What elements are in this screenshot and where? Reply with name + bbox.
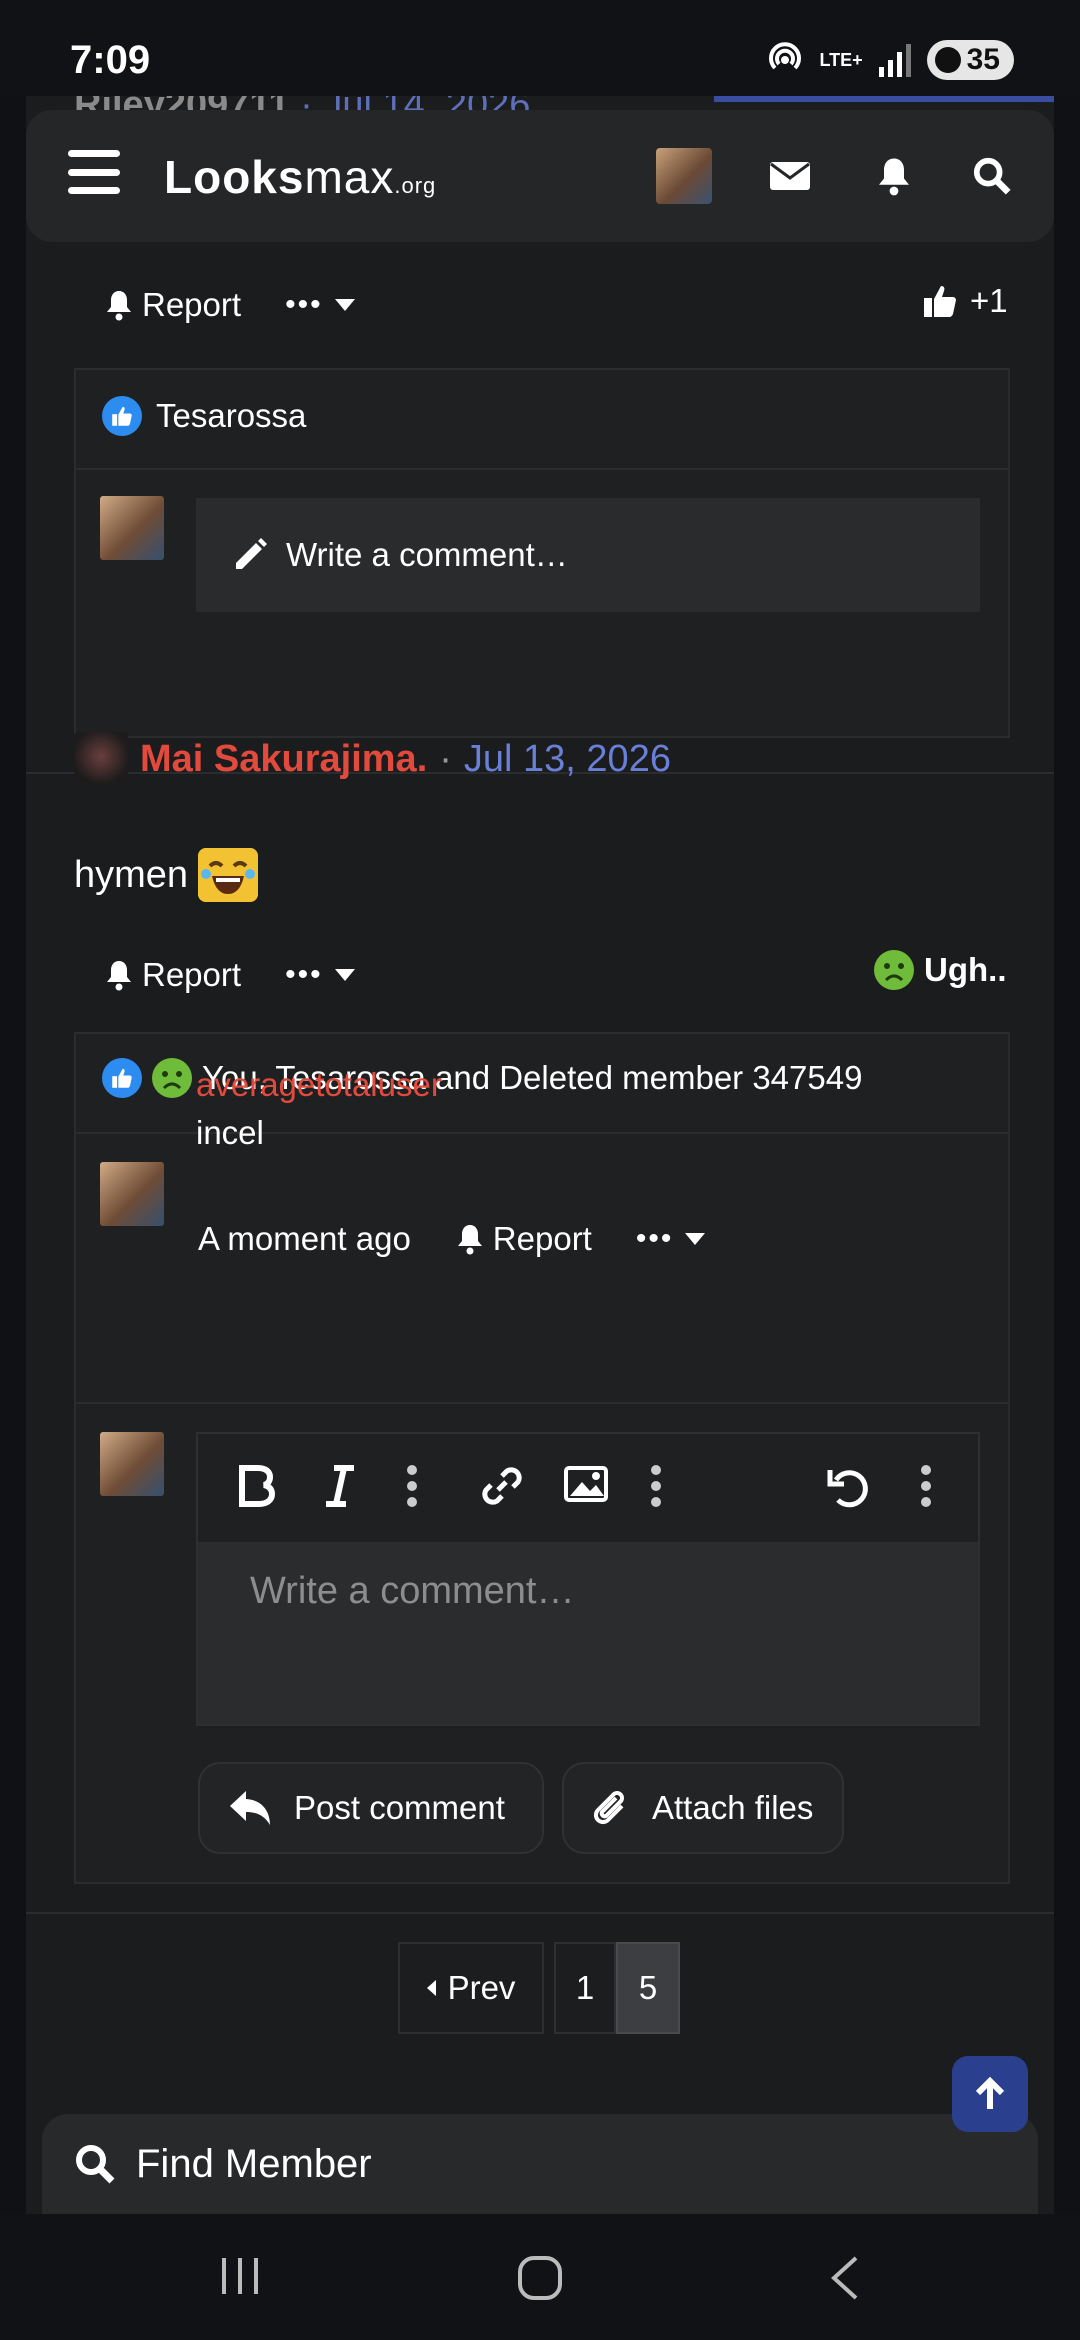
divider [74, 468, 1010, 470]
crying-laugh-emoji-icon [198, 848, 259, 902]
system-nav-bar [0, 2214, 1080, 2340]
pagination-prev[interactable]: Prev [398, 1942, 544, 2034]
user-avatar[interactable] [656, 148, 712, 204]
avatar [100, 496, 164, 560]
more-dots-icon: ••• [635, 1222, 674, 1255]
post-comment-button[interactable]: Post comment [198, 1762, 544, 1854]
post2-reaction-button[interactable]: Ugh.. [874, 950, 1006, 990]
back-icon[interactable] [826, 2254, 862, 2302]
italic-icon[interactable] [322, 1464, 358, 1508]
more-options-icon[interactable] [406, 1464, 418, 1508]
home-icon[interactable] [516, 2254, 564, 2302]
comment-editor: Write a comment… [196, 1432, 980, 1726]
chevron-down-icon [685, 1233, 706, 1245]
more-options-icon[interactable] [920, 1464, 932, 1508]
like-reaction-icon [102, 1058, 142, 1098]
arrow-up-icon [975, 2077, 1005, 2109]
separator: · [439, 737, 452, 780]
status-icons: LTE+ 35 [765, 40, 1014, 80]
post2-author-name[interactable]: Mai Sakurajima. [140, 738, 427, 781]
sick-reaction-icon [874, 950, 914, 990]
bell-icon [107, 291, 131, 321]
link-icon[interactable] [480, 1464, 524, 1508]
bell-icon [107, 961, 131, 991]
menu-icon[interactable] [68, 150, 120, 194]
chevron-down-icon [334, 969, 355, 981]
image-icon[interactable] [564, 1464, 608, 1504]
post1-actions: Report ••• [104, 281, 355, 329]
thread-page: Riley209711 · Jul 14, 2026 Report ••• +1… [26, 96, 1054, 2216]
comment-more-menu[interactable]: ••• [636, 1222, 706, 1256]
more-dots-icon: ••• [285, 288, 323, 321]
pagination: Prev 1 5 [398, 1942, 680, 2034]
post2-author-avatar[interactable] [74, 732, 128, 786]
divider [74, 1402, 1010, 1404]
reply-icon [230, 1791, 270, 1825]
post1-report-button[interactable]: Report [104, 286, 241, 324]
status-time: 7:09 [70, 38, 151, 82]
more-dots-icon: ••• [285, 958, 323, 991]
undo-icon[interactable] [826, 1464, 872, 1508]
find-member-bar[interactable]: Find Member [42, 2114, 1038, 2214]
comment-time[interactable]: A moment ago [198, 1220, 411, 1258]
sick-reaction-icon [152, 1058, 192, 1098]
post2-header: Mai Sakurajima. · Jul 13, 2026 [74, 732, 671, 786]
like-reaction-icon [102, 396, 142, 436]
thumbs-up-icon [924, 286, 956, 317]
comment-meta: A moment ago Report ••• [198, 1220, 706, 1258]
post-separator [26, 1912, 1054, 1914]
charging-icon [934, 47, 961, 73]
post2-body: hymen [74, 848, 259, 902]
pagination-page-current[interactable]: 5 [616, 1942, 680, 2034]
search-icon[interactable] [970, 156, 1014, 196]
search-icon [76, 2145, 115, 2184]
post2-report-button[interactable]: Report [104, 956, 241, 994]
post1-like-button[interactable]: +1 [922, 282, 1008, 320]
chevron-down-icon [334, 299, 355, 311]
post1-write-comment[interactable]: Write a comment… [196, 498, 980, 612]
progress-bar [714, 96, 1054, 102]
recent-apps-icon[interactable] [218, 2254, 262, 2298]
envelope-icon[interactable] [768, 156, 812, 196]
chevron-left-icon [426, 1980, 436, 1996]
comment-username[interactable]: averagetotaluser [196, 1066, 442, 1104]
pencil-icon [236, 538, 267, 569]
battery-level: 35 [966, 43, 1000, 76]
post2-date[interactable]: Jul 13, 2026 [464, 738, 671, 781]
status-bar: 7:09 LTE+ 35 [0, 0, 1080, 96]
network-type: LTE+ [819, 50, 863, 70]
comment-textarea[interactable]: Write a comment… [198, 1542, 978, 1724]
comment-report-button[interactable]: Report [455, 1220, 592, 1258]
scroll-to-top-button[interactable] [952, 2056, 1028, 2132]
hotspot-icon [769, 42, 802, 70]
post2-more-menu[interactable]: ••• [285, 958, 355, 992]
post1-reactions-summary[interactable]: Tesarossa [102, 396, 306, 436]
more-options-icon[interactable] [650, 1464, 662, 1508]
comment-text: incel [196, 1114, 264, 1151]
battery-indicator: 35 [926, 40, 1014, 80]
editor-toolbar [198, 1434, 978, 1542]
post1-more-menu[interactable]: ••• [285, 288, 355, 322]
paperclip-icon [593, 1791, 624, 1825]
site-logo[interactable]: Looksmax.org [164, 150, 436, 204]
bell-icon[interactable] [872, 156, 916, 196]
bold-icon[interactable] [236, 1464, 276, 1508]
site-header: Looksmax.org [26, 110, 1054, 242]
post1-reaction-count: +1 [970, 282, 1008, 319]
attach-files-button[interactable]: Attach files [562, 1762, 844, 1854]
signal-icon [878, 44, 911, 77]
post2-actions: Report ••• [104, 951, 355, 999]
avatar[interactable] [100, 1162, 164, 1226]
avatar [100, 1432, 164, 1496]
bell-icon [457, 1225, 482, 1255]
pagination-page-1[interactable]: 1 [554, 1942, 616, 2034]
